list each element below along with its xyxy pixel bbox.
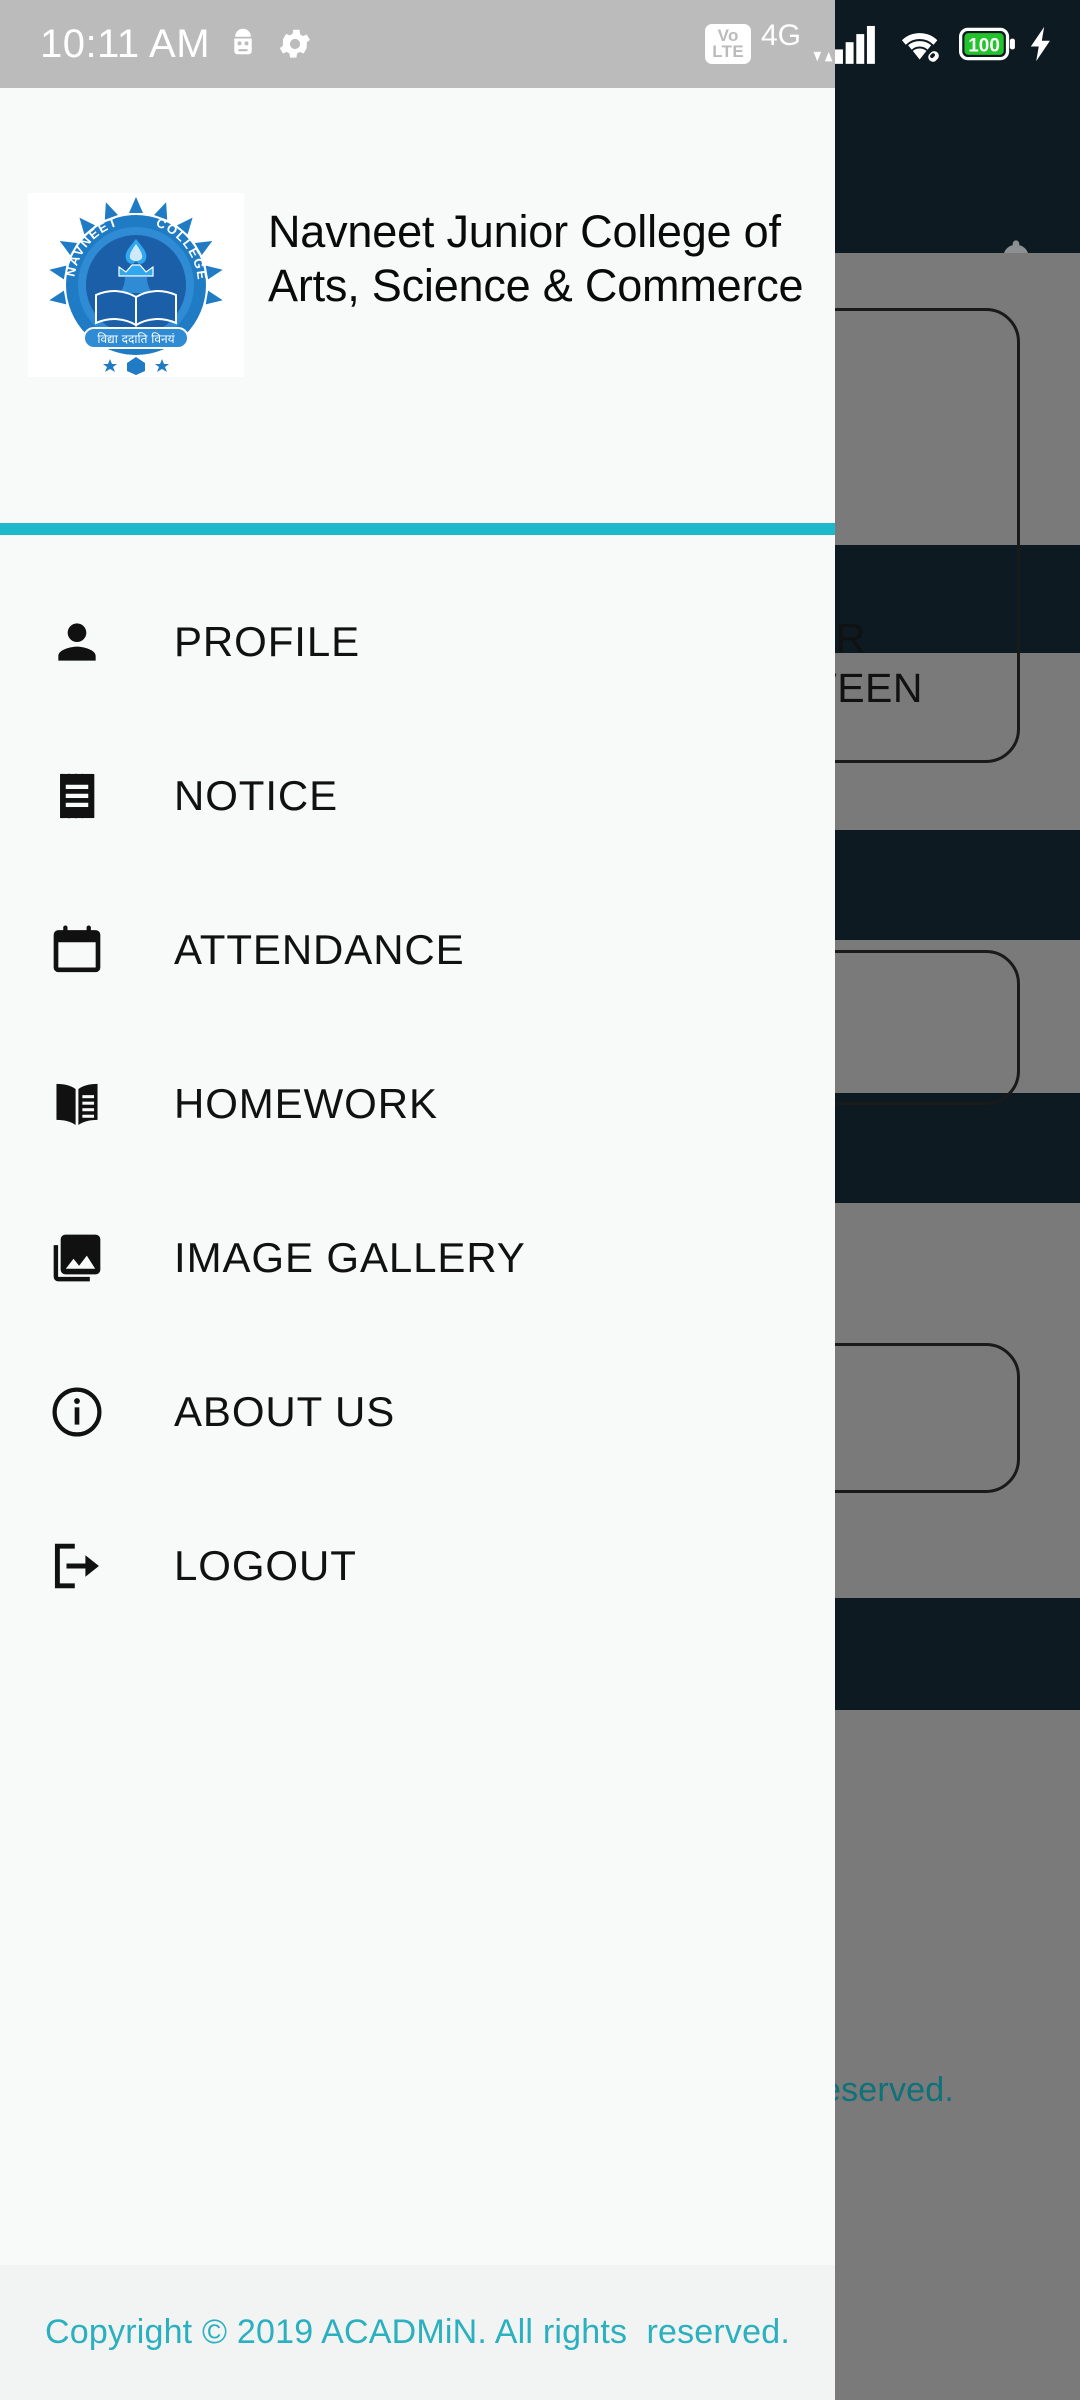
drawer-menu: PROFILE NOTICE ATTENDANCE HOMEWORK IMAGE…: [0, 535, 835, 2265]
charging-bolt-icon: [1030, 26, 1050, 62]
battery-icon: 100: [958, 27, 1015, 61]
svg-text:विद्या ददाति विनयं: विद्या ददाति विनयं: [97, 332, 175, 346]
sidebar-item-profile[interactable]: PROFILE: [0, 565, 835, 719]
drawer-title: Navneet Junior College of Arts, Science …: [268, 206, 804, 312]
data-arrows-icon: [813, 51, 833, 62]
open-book-icon: [44, 1071, 110, 1137]
status-bar-right-light: Vo LTE 4G: [705, 0, 835, 88]
gear-icon: [279, 29, 310, 58]
android-robot-icon: [234, 28, 252, 55]
drawer-accent-divider: [0, 523, 835, 535]
sidebar-item-image-gallery[interactable]: IMAGE GALLERY: [0, 1181, 835, 1335]
network-type-label: 4G: [760, 19, 801, 52]
sidebar-item-label: IMAGE GALLERY: [174, 1234, 526, 1281]
sidebar-item-about-us[interactable]: ABOUT US: [0, 1335, 835, 1489]
navneet-college-logo: NAVNEET COLLEGE विद्या ददाति विनयं: [28, 193, 244, 377]
sidebar-item-label: PROFILE: [174, 618, 361, 665]
battery-level-label: 100: [968, 36, 1000, 57]
sidebar-item-attendance[interactable]: ATTENDANCE: [0, 873, 835, 1027]
sidebar-item-label: ABOUT US: [174, 1388, 396, 1435]
sidebar-item-label: ATTENDANCE: [174, 926, 465, 973]
copyright-text: Copyright © 2019 ACADMiN. All rights res…: [45, 2313, 790, 2351]
navigation-drawer: NAVNEET COLLEGE विद्या ददाति विनयं Navne…: [0, 88, 835, 2400]
status-bar-right-dark: 100: [835, 0, 1080, 88]
signal-bars-icon: [835, 25, 875, 64]
phone-screen: BAR RVEEN eserved.: [0, 0, 1080, 2400]
drawer-header: NAVNEET COLLEGE विद्या ददाति विनयं Navne…: [0, 88, 835, 523]
volte-icon: Vo LTE: [705, 23, 751, 65]
status-bar-left: 10:11 AM: [0, 24, 314, 64]
sidebar-item-label: NOTICE: [174, 772, 339, 819]
sidebar-item-homework[interactable]: HOMEWORK: [0, 1027, 835, 1181]
clock-label: 10:11 AM: [40, 22, 211, 66]
logout-icon: [44, 1533, 110, 1599]
wifi-icon: [901, 33, 939, 62]
sidebar-item-logout[interactable]: LOGOUT: [0, 1489, 835, 1643]
sidebar-item-label: LOGOUT: [174, 1542, 357, 1589]
calendar-icon: [44, 917, 110, 983]
sidebar-item-notice[interactable]: NOTICE: [0, 719, 835, 873]
background-footer-text: eserved.: [822, 2071, 955, 2109]
person-icon: [44, 609, 110, 675]
college-emblem-icon: NAVNEET COLLEGE विद्या ददाति विनयं: [28, 193, 244, 377]
info-circle-icon: [44, 1379, 110, 1445]
photo-library-icon: [44, 1225, 110, 1291]
sidebar-item-label: HOMEWORK: [174, 1080, 438, 1127]
status-bar: 10:11 AM Vo LTE 4G: [0, 0, 835, 88]
receipt-icon: [44, 763, 110, 829]
drawer-footer: Copyright © 2019 ACADMiN. All rights res…: [0, 2265, 835, 2400]
